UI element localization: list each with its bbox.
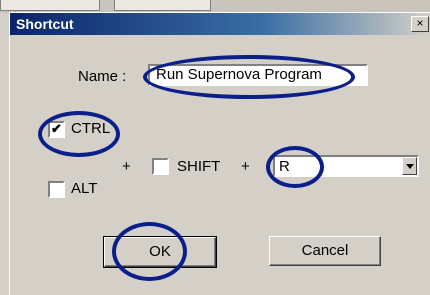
annotation-circle-ctrl — [38, 111, 120, 157]
dialog-title: Shortcut — [16, 16, 74, 32]
annotation-circle-ok — [112, 222, 187, 281]
background-control — [0, 0, 100, 11]
shift-checkbox[interactable] — [152, 158, 169, 175]
plus-sign: + — [122, 158, 131, 175]
close-icon: × — [416, 16, 424, 30]
name-label: Name : — [78, 68, 127, 85]
close-button[interactable]: × — [411, 16, 429, 32]
annotation-circle-key — [266, 146, 324, 188]
chevron-down-icon[interactable] — [402, 157, 417, 175]
alt-checkbox[interactable] — [48, 181, 65, 198]
alt-label: ALT — [71, 180, 98, 197]
title-bar[interactable]: Shortcut × — [10, 13, 430, 35]
annotation-circle-name — [143, 55, 355, 99]
cancel-button[interactable]: Cancel — [269, 236, 381, 266]
shift-label: SHIFT — [177, 158, 221, 175]
background-control — [114, 0, 211, 11]
plus-sign: + — [241, 158, 250, 175]
shortcut-dialog: Shortcut × Name : Run Supernova Program … — [9, 12, 430, 295]
